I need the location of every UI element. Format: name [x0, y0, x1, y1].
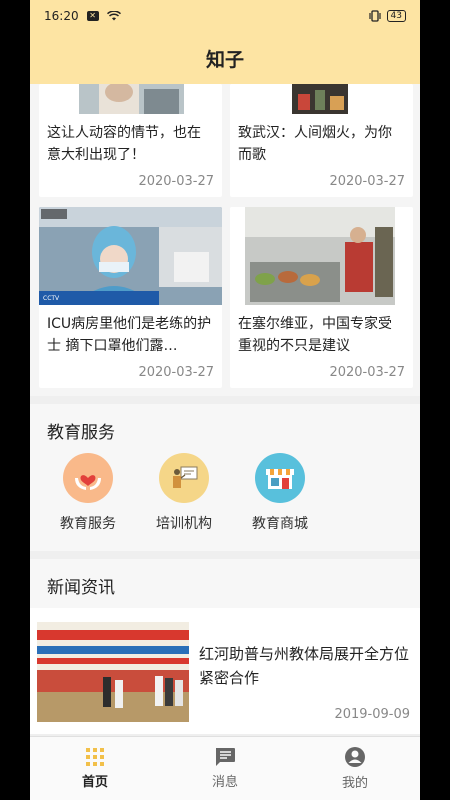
- service-store[interactable]: 教育商城: [232, 453, 328, 533]
- article-card[interactable]: 在塞尔维亚，中国专家受重视的不只是建议 2020-03-27: [230, 207, 413, 388]
- news-title: 红河助普与州教体局展开全方位紧密合作: [199, 645, 410, 687]
- article-date: 2020-03-27: [329, 365, 405, 380]
- article-date: 2020-03-27: [329, 174, 405, 189]
- vibrate-icon: [368, 10, 381, 22]
- page-title: 知子: [205, 48, 244, 71]
- notification-icon: ✕: [86, 11, 99, 21]
- tab-label: 消息: [211, 775, 238, 790]
- section-title: 新闻资讯: [47, 578, 115, 598]
- service-list: 教育服务 培训机构 教育商城: [30, 453, 420, 551]
- article-image: [39, 84, 222, 114]
- education-section: 教育服务 教育服务 培训机构 教育商城: [30, 404, 420, 551]
- status-time: 16:20: [44, 9, 79, 23]
- tab-label: 首页: [81, 775, 108, 790]
- article-title: ICU病房里他们是老练的护士 摘下口罩他们露…: [47, 316, 212, 354]
- app-header: 知子: [30, 32, 420, 84]
- news-item[interactable]: 红河助普与州教体局展开全方位紧密合作 2019-09-09: [30, 608, 420, 734]
- article-card[interactable]: 这让人动容的情节，也在意大利出现了！ 2020-03-27: [39, 84, 222, 197]
- teacher-board-icon: [159, 453, 209, 503]
- article-card[interactable]: CCTV ICU病房里他们是老练的护士 摘下口罩他们露… 2020-03-27: [39, 207, 222, 388]
- main-content[interactable]: 这让人动容的情节，也在意大利出现了！ 2020-03-27 致武汉：人间烟火，为…: [30, 84, 420, 736]
- service-label: 教育服务: [60, 516, 116, 532]
- svg-text:CCTV: CCTV: [43, 295, 60, 302]
- section-title: 教育服务: [47, 423, 115, 443]
- tab-profile[interactable]: 我的: [290, 737, 420, 800]
- article-image: [230, 207, 413, 305]
- news-section: 新闻资讯 红河助普与州教体局展开全方位紧密合作 2019-09-09: [30, 559, 420, 734]
- grid-icon: [86, 748, 104, 766]
- service-training[interactable]: 培训机构: [136, 453, 232, 533]
- tab-home[interactable]: 首页: [30, 737, 160, 800]
- wifi-icon: [106, 11, 121, 21]
- article-date: 2020-03-27: [138, 365, 214, 380]
- service-label: 教育商城: [252, 516, 308, 532]
- service-education[interactable]: 教育服务: [40, 453, 136, 533]
- article-card[interactable]: 致武汉：人间烟火，为你而歌 2020-03-27: [230, 84, 413, 197]
- tab-messages[interactable]: 消息: [160, 737, 290, 800]
- news-image: [37, 622, 189, 722]
- article-title: 致武汉：人间烟火，为你而歌: [238, 125, 392, 163]
- article-title: 这让人动容的情节，也在意大利出现了！: [47, 125, 201, 163]
- news-date: 2019-09-09: [334, 707, 410, 722]
- tab-label: 我的: [341, 776, 368, 791]
- battery-indicator: 43: [386, 10, 406, 22]
- hands-heart-icon: [63, 453, 113, 503]
- article-grid: 这让人动容的情节，也在意大利出现了！ 2020-03-27 致武汉：人间烟火，为…: [30, 84, 420, 396]
- article-image: CCTV: [39, 207, 222, 305]
- article-image: [230, 84, 413, 114]
- article-date: 2020-03-27: [138, 174, 214, 189]
- phone-screen: 16:20 ✕ 43 知子 这让人动容的情节，也在意大利出现了！ 2020-03…: [30, 0, 420, 800]
- service-label: 培训机构: [156, 516, 212, 532]
- article-title: 在塞尔维亚，中国专家受重视的不只是建议: [238, 316, 392, 354]
- store-icon: [255, 453, 305, 503]
- profile-icon: [345, 747, 365, 767]
- message-icon: [216, 748, 235, 766]
- status-bar: 16:20 ✕ 43: [30, 0, 420, 32]
- bottom-tab-bar: 首页 消息 我的: [30, 736, 420, 800]
